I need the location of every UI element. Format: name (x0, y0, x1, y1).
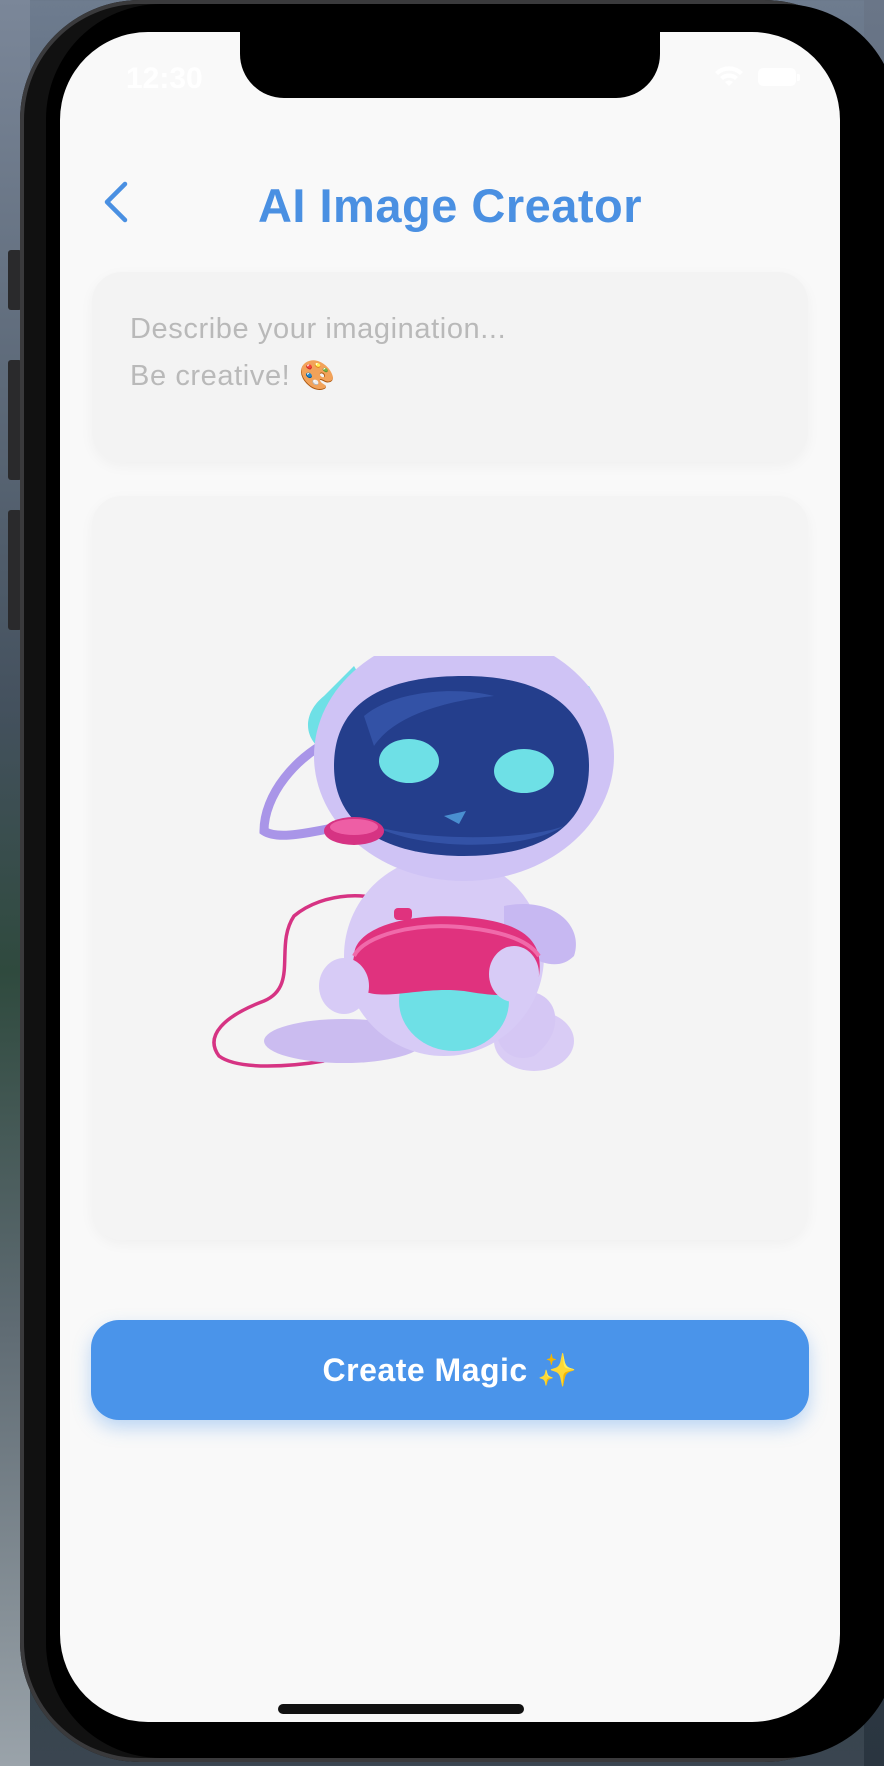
prompt-input[interactable] (128, 304, 772, 438)
device-notch (240, 32, 660, 98)
page-title: AI Image Creator (257, 179, 643, 232)
image-preview-card (92, 496, 808, 1240)
prompt-card (92, 272, 808, 462)
battery-icon (758, 68, 800, 86)
status-time: 12:30 (126, 62, 203, 95)
create-magic-button[interactable]: Create Magic ✨ (91, 1320, 809, 1420)
app-screen: 12:30 AI Image Creator Describe your ima… (60, 32, 840, 1722)
robot-gamer-illustration (212, 656, 614, 1071)
status-icons (714, 66, 800, 88)
wifi-icon (715, 66, 743, 86)
home-indicator (278, 1704, 524, 1714)
navigation-bar: AI Image Creator (60, 150, 840, 250)
